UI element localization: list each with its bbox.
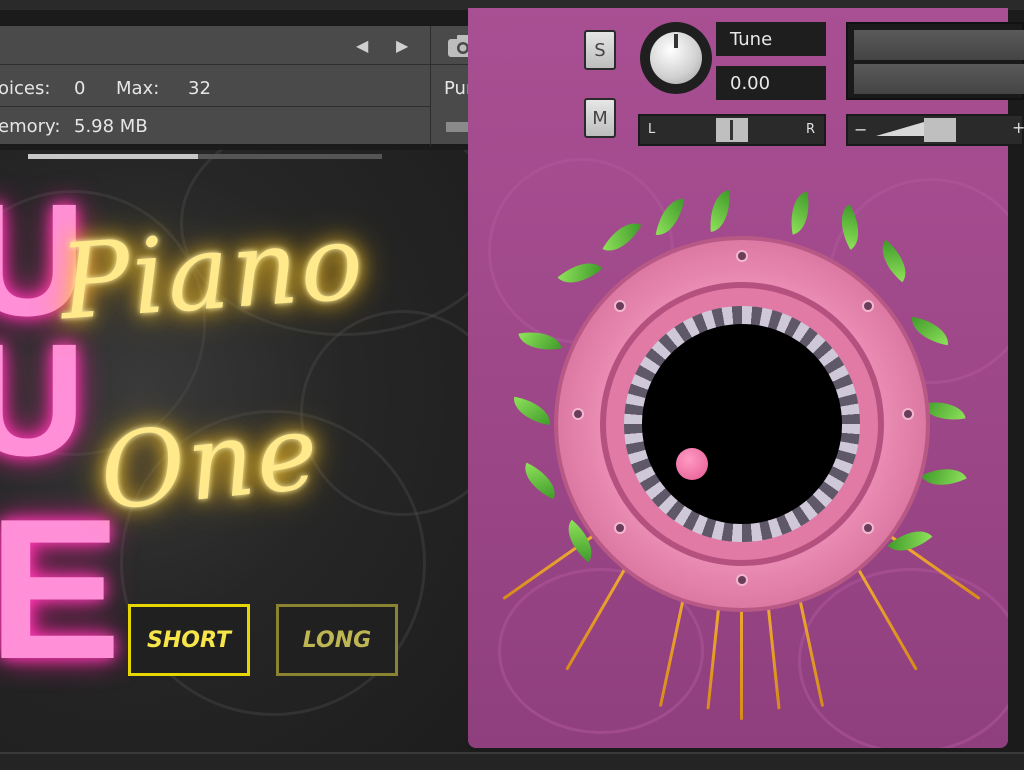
title-script-one: One [94,389,326,535]
bezel-stud [862,300,874,312]
solo-button[interactable]: S [584,30,616,70]
max-label: Max: [116,78,160,99]
volume-slider[interactable]: − + [846,114,1024,146]
bezel-stud [736,250,748,262]
volume-handle[interactable] [924,118,956,142]
neon-letter: U [0,310,86,489]
bezel-stud [572,408,584,420]
load-progress-fill [28,154,198,159]
pan-center-mark [730,120,733,140]
meter-bar-left [854,30,1024,60]
pan-left-label: L [648,122,656,137]
pan-slider[interactable]: L R [638,114,826,146]
neon-letter: E [0,478,122,701]
short-mode-button[interactable]: SHORT [128,604,250,676]
tune-label: Tune [716,22,826,56]
max-value: 32 [188,78,211,99]
level-meter [846,22,1024,100]
tune-knob-indicator [674,34,678,48]
bezel-stud [614,300,626,312]
volume-plus-label: + [1012,118,1024,137]
tune-value-field[interactable]: 0.00 [716,66,826,100]
long-mode-button[interactable]: LONG [276,604,398,676]
divider [430,26,431,146]
volume-minus-label: − [854,120,868,139]
main-dial-indicator [676,448,708,480]
divider [0,106,430,107]
bezel-stud [902,408,914,420]
main-dial-knob[interactable] [642,324,842,524]
bezel-stud [614,522,626,534]
voices-value: 0 [74,78,86,99]
meter-bar-right [854,64,1024,94]
volume-ramp [876,122,924,136]
title-script-piano: Piano [56,200,369,344]
mute-button[interactable]: M [584,98,616,138]
bezel-stud [862,522,874,534]
triangle-right-icon[interactable]: ▶ [396,36,408,55]
memory-label: emory: [0,116,61,137]
triangle-left-icon[interactable]: ◀ [356,36,368,55]
memory-value: 5.98 MB [74,116,148,137]
bezel-stud [736,574,748,586]
window-frame-bottom [0,752,1024,770]
voices-label: oices: [0,78,51,99]
pan-right-label: R [806,122,816,137]
